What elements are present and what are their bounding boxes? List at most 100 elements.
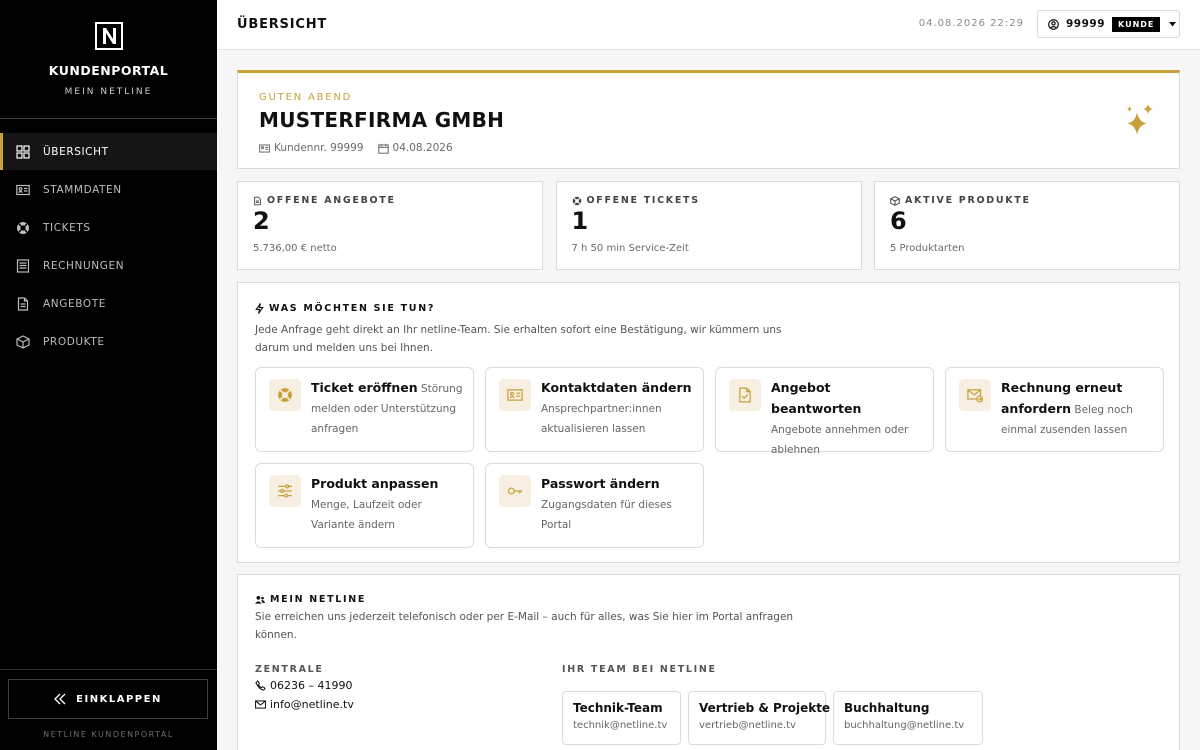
sidebar-nav: ÜBERSICHT STAMMDATEN TICKETS RECHNUNGEN … xyxy=(0,133,217,360)
action-tile-rechnung[interactable]: Rechnung erneut anfordern Beleg noch ein… xyxy=(945,367,1164,452)
tile-title: Angebot beantworten xyxy=(771,380,862,416)
tile-description: Ansprechpartner:innen aktualisieren lass… xyxy=(541,403,662,435)
stat-value: 1 xyxy=(571,207,589,235)
stat-label-text: OFFENE ANGEBOTE xyxy=(267,195,396,206)
greeting: GUTEN ABEND xyxy=(259,92,353,103)
contact-heading-text: MEIN NETLINE xyxy=(270,594,367,605)
team-card-buchhaltung[interactable]: Buchhaltung buchhaltung@netline.tv xyxy=(833,691,983,745)
sidebar-item-tickets[interactable]: TICKETS xyxy=(0,209,217,246)
team-name: Vertrieb & Projekte xyxy=(699,701,831,715)
team-name: Buchhaltung xyxy=(844,701,930,715)
contact-description: Sie erreichen uns jederzeit telefonisch … xyxy=(255,611,794,641)
grid-icon xyxy=(16,144,30,159)
stat-value: 6 xyxy=(890,207,907,235)
tile-text: Passwort ändern Zugangsdaten für dieses … xyxy=(541,474,695,535)
tile-description: Menge, Laufzeit oder Variante ändern xyxy=(311,499,422,531)
sidebar-item-label: RECHNUNGEN xyxy=(43,259,125,272)
team-email: buchhaltung@netline.tv xyxy=(844,720,965,731)
actions-heading: WAS MÖCHTEN SIE TUN? xyxy=(255,303,435,314)
phone-link[interactable]: 06236 – 41990 xyxy=(255,679,352,692)
user-role-badge: KUNDE xyxy=(1112,16,1161,32)
actions-description: Jede Anfrage geht direkt an Ihr netline-… xyxy=(255,324,782,354)
team-email: technik@netline.tv xyxy=(573,720,668,731)
caret-down-icon xyxy=(1169,21,1177,27)
user-menu-button[interactable]: 99999 KUNDE xyxy=(1037,10,1180,38)
actions-heading-text: WAS MÖCHTEN SIE TUN? xyxy=(269,303,436,314)
sidebar-footer-text: NETLINE KUNDENPORTAL xyxy=(43,730,174,739)
sidebar: KUNDENPORTAL MEIN NETLINE ÜBERSICHT STAM… xyxy=(0,0,217,750)
welcome-card: GUTEN ABEND MUSTERFIRMA GMBH Kundennr. 9… xyxy=(237,70,1180,169)
tile-description: Zugangsdaten für dieses Portal xyxy=(541,499,672,531)
mail-resend-icon xyxy=(959,379,991,411)
document-check-icon xyxy=(729,379,761,411)
collapse-sidebar-button[interactable]: EINKLAPPEN xyxy=(8,679,208,719)
team-card-vertrieb[interactable]: Vertrieb & Projekte vertrieb@netline.tv xyxy=(688,691,831,745)
action-tile-angebot[interactable]: Angebot beantworten Angebote annehmen od… xyxy=(715,367,934,456)
team-card-technik[interactable]: Technik-Team technik@netline.tv xyxy=(562,691,681,745)
stat-label-text: OFFENE TICKETS xyxy=(586,195,700,206)
phone-number: 06236 – 41990 xyxy=(270,679,353,692)
stat-value: 2 xyxy=(253,207,270,235)
id-card-icon xyxy=(259,143,270,154)
lifebuoy-icon xyxy=(572,196,582,206)
actions-card: WAS MÖCHTEN SIE TUN? Jede Anfrage geht d… xyxy=(237,282,1180,563)
customer-number: Kundennr. 99999 xyxy=(274,142,364,154)
action-tile-ticket[interactable]: Ticket eröffnen Störung melden oder Unte… xyxy=(255,367,474,452)
welcome-date: 04.08.2026 xyxy=(392,142,453,154)
calendar-icon xyxy=(377,143,389,154)
action-tile-kontaktdaten[interactable]: Kontaktdaten ändern Ansprechpartner:inne… xyxy=(485,367,704,452)
sliders-icon xyxy=(269,475,301,507)
people-icon xyxy=(255,595,265,604)
sidebar-item-angebote[interactable]: ANGEBOTE xyxy=(0,285,217,322)
tile-title: Ticket eröffnen xyxy=(311,380,418,395)
stat-label: AKTIVE PRODUKTE xyxy=(890,195,1031,206)
receipt-icon xyxy=(16,258,30,273)
company-name: MUSTERFIRMA GMBH xyxy=(259,108,505,132)
customer-meta: Kundennr. 99999 04.08.2026 xyxy=(259,142,453,154)
document-icon xyxy=(253,196,262,206)
action-tile-passwort[interactable]: Passwort ändern Zugangsdaten für dieses … xyxy=(485,463,704,548)
user-number: 99999 xyxy=(1066,18,1106,30)
sidebar-item-label: ÜBERSICHT xyxy=(43,145,109,158)
stat-card-tickets[interactable]: OFFENE TICKETS 1 7 h 50 min Service-Zeit xyxy=(555,181,862,270)
mail-icon xyxy=(255,700,266,709)
contact-card: MEIN NETLINE Sie erreichen uns jederzeit… xyxy=(237,574,1180,750)
stat-card-produkte[interactable]: AKTIVE PRODUKTE 6 5 Produktarten xyxy=(874,181,1180,270)
tile-title: Produkt anpassen xyxy=(311,476,439,491)
stat-subtext: 5 Produktarten xyxy=(890,243,965,254)
team-email: vertrieb@netline.tv xyxy=(699,720,796,731)
box-icon xyxy=(16,334,30,349)
tile-text: Kontaktdaten ändern Ansprechpartner:inne… xyxy=(541,378,695,439)
action-tile-produkt[interactable]: Produkt anpassen Menge, Laufzeit oder Va… xyxy=(255,463,474,548)
sidebar-item-uebersicht[interactable]: ÜBERSICHT xyxy=(0,133,217,170)
sidebar-item-stammdaten[interactable]: STAMMDATEN xyxy=(0,171,217,208)
stat-card-angebote[interactable]: OFFENE ANGEBOTE 2 5.736,00 € netto xyxy=(237,181,543,270)
netline-logo-icon xyxy=(94,22,123,50)
sidebar-item-label: TICKETS xyxy=(43,221,91,234)
tile-description: Angebote annehmen oder ablehnen xyxy=(771,424,909,456)
tile-text: Produkt anpassen Menge, Laufzeit oder Va… xyxy=(311,474,465,535)
sidebar-item-rechnungen[interactable]: RECHNUNGEN xyxy=(0,247,217,284)
stat-subtext: 7 h 50 min Service-Zeit xyxy=(571,243,689,254)
stat-label: OFFENE TICKETS xyxy=(572,195,700,206)
double-chevron-left-icon xyxy=(54,693,66,705)
brand-subtitle: MEIN NETLINE xyxy=(64,87,153,97)
sidebar-item-produkte[interactable]: PRODUKTE xyxy=(0,323,217,360)
contact-heading: MEIN NETLINE xyxy=(255,594,366,605)
tile-text: Rechnung erneut anfordern Beleg noch ein… xyxy=(1001,378,1155,440)
stat-label-text: AKTIVE PRODUKTE xyxy=(905,195,1031,206)
sidebar-item-label: PRODUKTE xyxy=(43,335,105,348)
tile-title: Passwort ändern xyxy=(541,476,660,491)
sparkle-icon xyxy=(1127,104,1153,135)
team-label: IHR TEAM BEI NETLINE xyxy=(562,664,717,675)
sidebar-item-label: STAMMDATEN xyxy=(43,183,122,196)
page-title: ÜBERSICHT xyxy=(237,17,328,32)
lifebuoy-icon xyxy=(16,221,30,235)
collapse-label: EINKLAPPEN xyxy=(76,693,162,705)
user-circle-icon xyxy=(1048,18,1059,30)
tile-text: Ticket eröffnen Störung melden oder Unte… xyxy=(311,378,465,439)
box-icon xyxy=(890,195,900,206)
email-link[interactable]: info@netline.tv xyxy=(255,698,354,711)
header-datetime: 04.08.2026 22:29 xyxy=(918,18,1024,29)
lightning-icon xyxy=(255,303,264,314)
